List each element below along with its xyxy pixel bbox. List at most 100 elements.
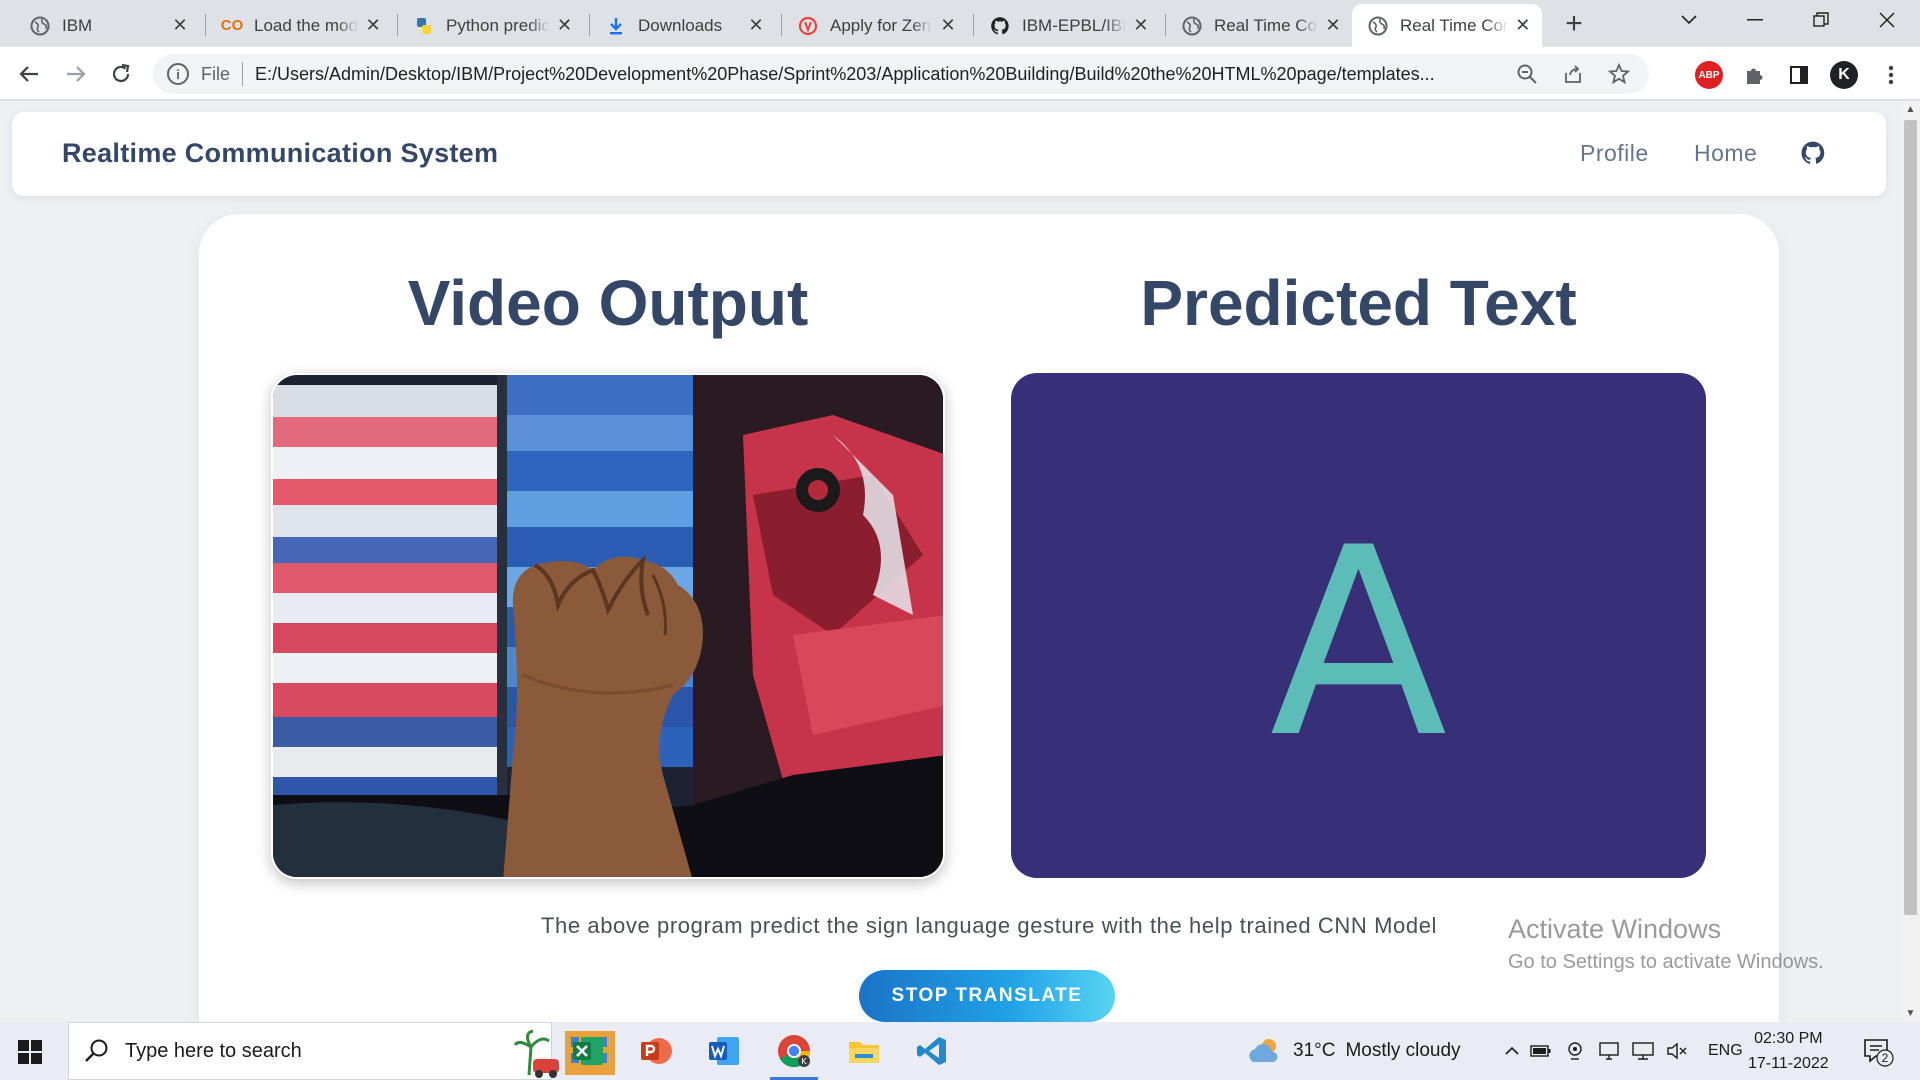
chrome-icon[interactable]: K (766, 1028, 822, 1080)
globe-icon (1182, 16, 1202, 36)
camera-icon[interactable] (1558, 1041, 1592, 1061)
tab-search-icon[interactable] (1656, 0, 1722, 40)
page-viewport: Realtime Communication System Profile Ho… (0, 101, 1920, 1022)
vscode-icon[interactable] (904, 1028, 960, 1074)
scheme-label: File (201, 63, 231, 84)
prediction-box: A (1011, 373, 1706, 878)
address-bar[interactable]: i File E:/Users/Admin/Desktop/IBM/Projec… (153, 54, 1649, 94)
cloudy-weather-icon (1249, 1039, 1278, 1062)
tab-title: Load the model (254, 15, 358, 35)
powerpoint-icon[interactable] (628, 1028, 684, 1074)
url-text[interactable]: E:/Users/Admin/Desktop/IBM/Project%20Dev… (255, 64, 1497, 85)
divider (242, 62, 244, 86)
python-icon (414, 16, 434, 36)
browser-toolbar: i File E:/Users/Admin/Desktop/IBM/Projec… (0, 47, 1920, 100)
notification-icon[interactable]: 2 (1862, 1036, 1894, 1068)
close-icon[interactable]: ✕ (1324, 15, 1342, 36)
system-tray: ENG (1500, 1022, 1743, 1080)
stop-translate-button[interactable]: STOP TRANSLATE (859, 970, 1115, 1022)
network-icon[interactable] (1626, 1042, 1660, 1060)
close-icon[interactable]: ✕ (938, 15, 958, 36)
volume-muted-icon[interactable] (1660, 1042, 1694, 1060)
predicted-text-heading: Predicted Text (1140, 267, 1577, 339)
tab-realtime-1[interactable]: Real Time Com ✕ (1166, 4, 1352, 47)
tab-title: Python predict (446, 15, 550, 35)
reload-button[interactable] (106, 59, 136, 89)
scroll-thumb[interactable] (1904, 120, 1917, 915)
extensions-puzzle-icon[interactable] (1740, 61, 1768, 89)
activate-windows-watermark: Activate Windows Go to Settings to activ… (1508, 914, 1824, 974)
side-panel-icon[interactable] (1785, 61, 1813, 89)
tab-ibm[interactable]: IBM ✕ (14, 4, 200, 47)
globe-icon (30, 16, 50, 36)
close-icon[interactable]: ✕ (170, 15, 190, 36)
battery-icon[interactable] (1524, 1044, 1558, 1058)
site-navbar: Realtime Communication System Profile Ho… (12, 112, 1886, 196)
github-icon[interactable] (1800, 140, 1826, 166)
weather-widget[interactable]: 31°C Mostly cloudy (1245, 1022, 1461, 1080)
restore-icon[interactable] (1788, 0, 1854, 40)
forward-button[interactable] (61, 59, 91, 89)
vertical-scrollbar[interactable]: ▲ ▼ (1901, 101, 1920, 1022)
colab-icon: CO (220, 17, 244, 34)
close-icon[interactable]: ✕ (364, 15, 382, 36)
taskbar-search[interactable]: Type here to search (68, 1022, 615, 1080)
predicted-letter: A (1269, 492, 1448, 795)
tab-downloads[interactable]: Downloads ✕ (590, 4, 776, 47)
close-window-icon[interactable] (1854, 0, 1920, 40)
clock-date: 17-11-2022 (1748, 1055, 1829, 1072)
webcam-frame-image (273, 375, 943, 877)
weather-condition: Mostly cloudy (1345, 1040, 1461, 1061)
scroll-down-arrow-icon[interactable]: ▼ (1901, 1005, 1920, 1022)
adblock-icon[interactable]: ABP (1695, 61, 1723, 89)
windows-taskbar: Type here to search K 31°C Mostly cloudy (0, 1022, 1920, 1080)
zenodo-icon (798, 16, 818, 36)
video-output-heading: Video Output (407, 267, 809, 339)
scroll-up-arrow-icon[interactable]: ▲ (1901, 101, 1920, 118)
tab-title: Real Time Com (1214, 15, 1318, 35)
window-controls (1656, 0, 1920, 40)
clock-time: 02:30 PM (1754, 1030, 1823, 1047)
windows-start-icon[interactable] (18, 1040, 42, 1064)
tab-strip: IBM ✕ CO Load the model ✕ Python predict… (0, 0, 1920, 47)
nav-link-profile[interactable]: Profile (1580, 140, 1649, 167)
brand-title[interactable]: Realtime Communication System (62, 138, 498, 169)
close-icon[interactable]: ✕ (746, 15, 766, 36)
info-icon[interactable]: i (167, 63, 189, 85)
github-icon (990, 16, 1010, 36)
globe-icon (1368, 16, 1388, 36)
watermark-subtitle: Go to Settings to activate Windows. (1508, 951, 1824, 973)
tab-python[interactable]: Python predict ✕ (398, 4, 584, 47)
excel-icon[interactable] (560, 1028, 616, 1074)
weather-temp: 31°C (1293, 1040, 1336, 1061)
back-button[interactable] (14, 59, 44, 89)
profile-avatar[interactable]: K (1830, 61, 1858, 89)
bookmark-star-icon[interactable] (1605, 60, 1633, 88)
search-icon (85, 1039, 108, 1062)
tab-colab[interactable]: CO Load the model ✕ (206, 4, 392, 47)
tab-title: Apply for Zen (830, 15, 932, 35)
close-icon[interactable]: ✕ (555, 15, 574, 36)
language-indicator[interactable]: ENG (1708, 1042, 1743, 1060)
system-clock[interactable]: 02:30 PM 17-11-2022 (1748, 1026, 1829, 1076)
word-icon[interactable] (696, 1028, 752, 1074)
notification-count: 2 (1881, 1051, 1889, 1065)
new-tab-button[interactable]: + (1559, 7, 1589, 40)
download-icon (606, 16, 626, 36)
tab-title: Real Time Com (1400, 15, 1508, 35)
nav-link-home[interactable]: Home (1694, 140, 1757, 167)
zoom-icon[interactable] (1513, 60, 1541, 88)
tab-realtime-2[interactable]: Real Time Com ✕ (1352, 4, 1542, 47)
tab-github[interactable]: IBM-EPBL/IBM ✕ (974, 4, 1160, 47)
tab-apply-zen[interactable]: Apply for Zen ✕ (782, 4, 968, 47)
close-icon[interactable]: ✕ (1514, 15, 1532, 36)
share-icon[interactable] (1559, 60, 1587, 88)
file-explorer-icon[interactable] (836, 1028, 892, 1074)
display-icon[interactable] (1592, 1042, 1626, 1060)
close-icon[interactable]: ✕ (1132, 15, 1150, 36)
tab-title: IBM-EPBL/IBM (1022, 15, 1126, 35)
minimize-icon[interactable] (1722, 0, 1788, 40)
more-menu-icon[interactable] (1877, 61, 1905, 89)
search-placeholder: Type here to search (125, 1039, 302, 1062)
chevron-up-icon[interactable] (1500, 1046, 1524, 1056)
